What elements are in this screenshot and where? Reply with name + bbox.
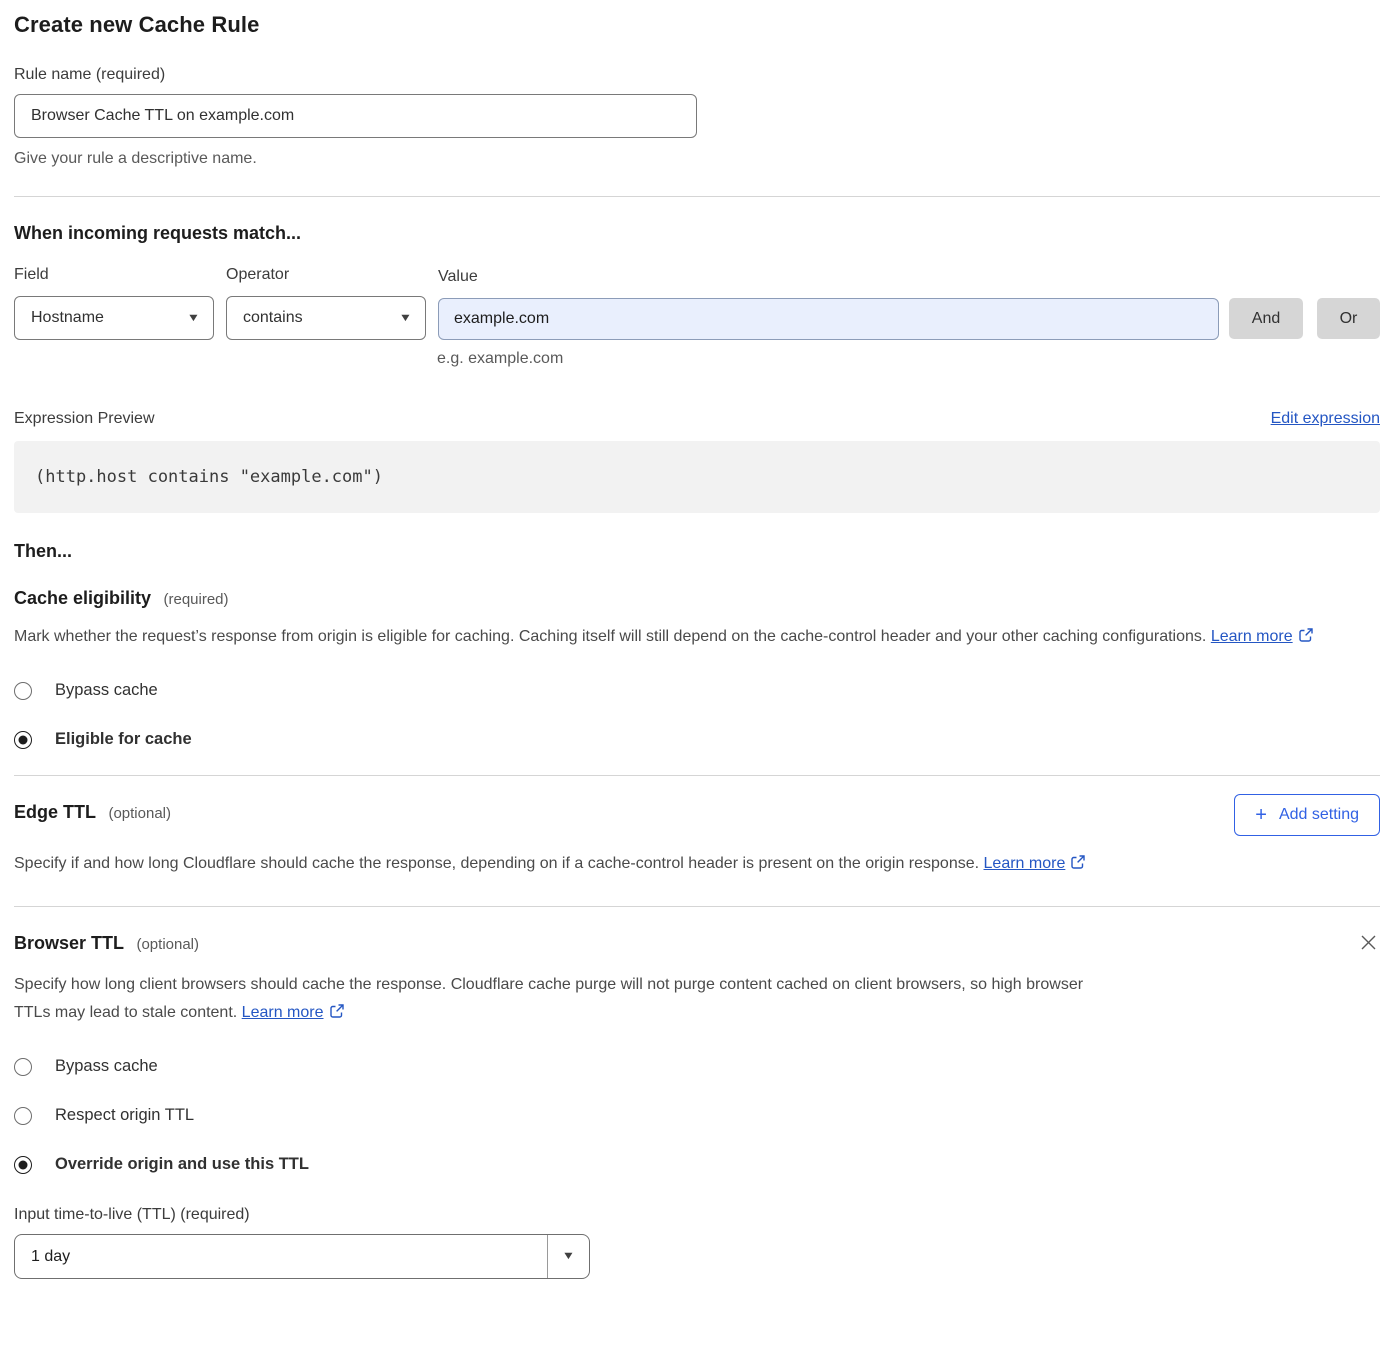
cache-eligibility-section: Cache eligibility (required) Mark whethe…: [14, 562, 1380, 749]
cache-eligibility-required-tag: (required): [164, 591, 229, 608]
field-select[interactable]: Hostname ▼: [14, 296, 214, 340]
add-setting-label: Add setting: [1279, 806, 1359, 824]
plus-icon: +: [1255, 805, 1267, 825]
radio-icon[interactable]: [14, 1058, 32, 1076]
external-link-icon: [1070, 852, 1086, 880]
expression-code-block: (http.host contains "example.com"): [14, 441, 1380, 513]
radio-respect-origin-ttl[interactable]: Respect origin TTL: [14, 1106, 1380, 1125]
browser-ttl-description-text: Specify how long client browsers should …: [14, 976, 1083, 1021]
chevron-down-icon: ▼: [547, 1235, 589, 1278]
expression-header: Expression Preview Edit expression: [14, 410, 1380, 428]
browser-ttl-section: Browser TTL (optional) Specify how long …: [14, 907, 1380, 1279]
rule-name-input[interactable]: [14, 94, 697, 138]
and-button[interactable]: And: [1229, 298, 1303, 339]
cache-eligibility-description-text: Mark whether the request’s response from…: [14, 628, 1206, 645]
edge-ttl-title: Edge TTL: [14, 802, 96, 822]
field-label: Field: [14, 266, 214, 284]
radio-bypass-cache[interactable]: Bypass cache: [14, 1057, 1380, 1076]
edge-ttl-description: Specify if and how long Cloudflare shoul…: [14, 850, 1109, 880]
learn-more-link[interactable]: Learn more: [1211, 628, 1293, 645]
radio-label: Eligible for cache: [55, 730, 192, 749]
value-label: Value: [438, 268, 1219, 286]
radio-label: Override origin and use this TTL: [55, 1155, 309, 1174]
ttl-input-block: Input time-to-live (TTL) (required) 1 da…: [14, 1206, 1380, 1279]
ttl-select[interactable]: 1 day ▼: [14, 1234, 590, 1279]
browser-ttl-options: Bypass cache Respect origin TTL Override…: [14, 1057, 1380, 1174]
rule-name-label: Rule name (required): [14, 66, 165, 83]
radio-icon-selected[interactable]: [14, 1156, 32, 1174]
browser-ttl-optional-tag: (optional): [136, 936, 199, 953]
external-link-icon: [1298, 625, 1314, 653]
radio-icon[interactable]: [14, 1107, 32, 1125]
ttl-input-label: Input time-to-live (TTL) (required): [14, 1206, 1380, 1224]
cache-eligibility-description: Mark whether the request’s response from…: [14, 623, 1364, 653]
edge-ttl-section: Edge TTL (optional) + Add setting Specif…: [14, 776, 1380, 880]
match-heading: When incoming requests match...: [14, 223, 1380, 244]
radio-label: Respect origin TTL: [55, 1106, 194, 1125]
field-select-value: Hostname: [31, 309, 104, 327]
external-link-icon: [329, 1001, 345, 1029]
operator-select[interactable]: contains ▼: [226, 296, 426, 340]
match-condition-row: Field Hostname ▼ Operator contains ▼ Val…: [14, 266, 1380, 340]
cache-eligibility-options: Bypass cache Eligible for cache: [14, 681, 1380, 749]
browser-ttl-description: Specify how long client browsers should …: [14, 971, 1109, 1029]
edge-ttl-optional-tag: (optional): [108, 805, 171, 822]
learn-more-link[interactable]: Learn more: [242, 1004, 324, 1021]
add-setting-button[interactable]: + Add setting: [1234, 794, 1380, 836]
browser-ttl-title: Browser TTL: [14, 933, 124, 953]
radio-icon-selected[interactable]: [14, 731, 32, 749]
rule-name-help: Give your rule a descriptive name.: [14, 150, 1380, 168]
close-icon[interactable]: [1357, 931, 1380, 957]
learn-more-link[interactable]: Learn more: [984, 855, 1066, 872]
chevron-down-icon: ▼: [187, 313, 201, 324]
operator-label: Operator: [226, 266, 426, 284]
radio-label: Bypass cache: [55, 681, 158, 700]
value-example-hint: e.g. example.com: [437, 350, 1380, 368]
radio-label: Bypass cache: [55, 1057, 158, 1076]
edge-ttl-description-text: Specify if and how long Cloudflare shoul…: [14, 855, 979, 872]
edit-expression-link[interactable]: Edit expression: [1271, 410, 1380, 428]
radio-bypass-cache[interactable]: Bypass cache: [14, 681, 1380, 700]
radio-override-origin-ttl[interactable]: Override origin and use this TTL: [14, 1155, 1380, 1174]
or-button[interactable]: Or: [1317, 298, 1380, 339]
cache-eligibility-title: Cache eligibility: [14, 588, 151, 608]
value-input[interactable]: [438, 298, 1219, 340]
chevron-down-icon: ▼: [399, 313, 413, 324]
divider: [14, 196, 1380, 197]
page-title: Create new Cache Rule: [14, 12, 1380, 38]
then-heading: Then...: [14, 541, 1380, 562]
radio-eligible-for-cache[interactable]: Eligible for cache: [14, 730, 1380, 749]
radio-icon[interactable]: [14, 682, 32, 700]
operator-select-value: contains: [243, 309, 303, 327]
ttl-select-value: 1 day: [15, 1235, 547, 1278]
expression-preview-label: Expression Preview: [14, 410, 155, 428]
rule-name-section: Rule name (required) Give your rule a de…: [14, 66, 1380, 168]
